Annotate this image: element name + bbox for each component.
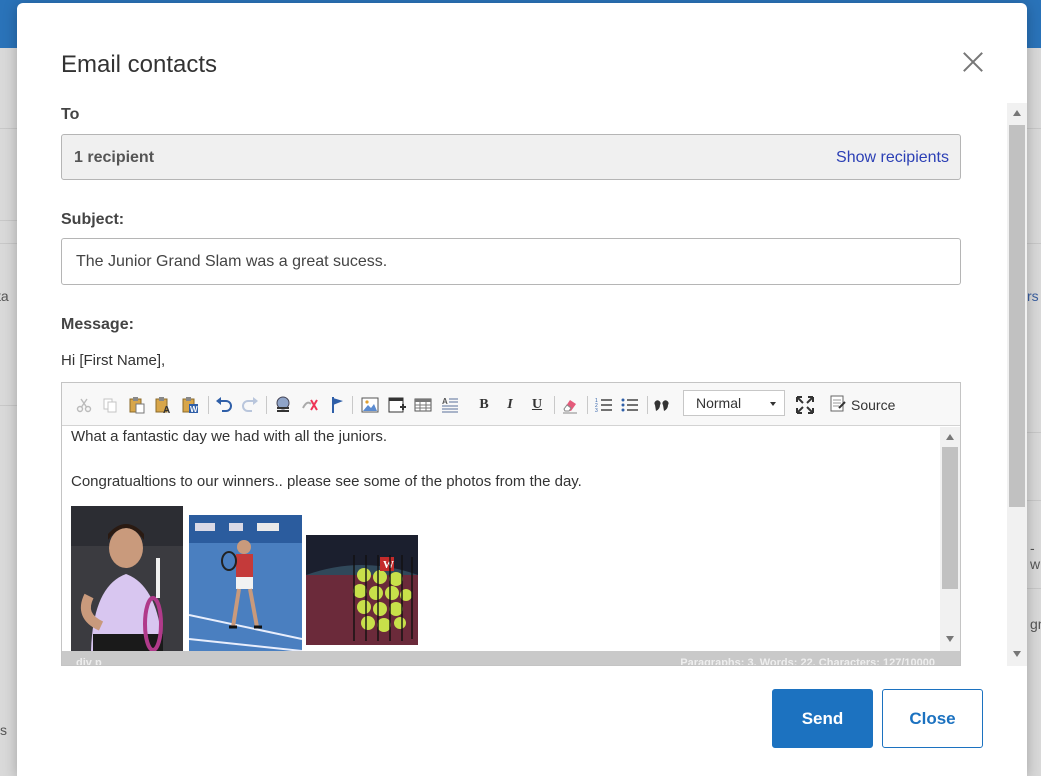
send-button[interactable]: Send bbox=[772, 689, 873, 748]
toolbar-separator bbox=[587, 396, 588, 414]
unlink-icon[interactable] bbox=[300, 395, 320, 415]
recipients-count: 1 recipient bbox=[74, 149, 155, 166]
editor-scrollbar[interactable] bbox=[940, 427, 960, 651]
bold-button[interactable]: B bbox=[474, 395, 494, 415]
chevron-down-icon bbox=[770, 402, 776, 406]
background-divider bbox=[0, 243, 17, 244]
italic-button[interactable]: I bbox=[500, 395, 520, 415]
svg-text:A: A bbox=[163, 405, 170, 414]
greeting-text: Hi [First Name], bbox=[61, 352, 166, 369]
background-divider bbox=[0, 220, 17, 221]
svg-text:W: W bbox=[383, 559, 394, 571]
word-count: Paragraphs: 3, Words: 22, Characters: 12… bbox=[680, 657, 935, 666]
background-link: rs bbox=[1027, 288, 1039, 304]
background-text: -w bbox=[1030, 540, 1041, 572]
blockquote-icon[interactable] bbox=[652, 395, 672, 415]
svg-text:W: W bbox=[190, 405, 198, 414]
tennis-player-portrait-photo[interactable] bbox=[71, 506, 183, 651]
table-icon[interactable] bbox=[413, 395, 433, 415]
background-divider bbox=[0, 405, 17, 406]
scroll-up-icon[interactable] bbox=[946, 434, 954, 440]
message-label: Message: bbox=[61, 316, 134, 333]
modal-scrollbar[interactable] bbox=[1007, 103, 1027, 666]
tennis-ball-basket-photo[interactable]: W bbox=[306, 535, 418, 645]
paste-icon[interactable] bbox=[127, 395, 147, 415]
cut-icon[interactable] bbox=[74, 395, 94, 415]
redo-icon[interactable] bbox=[240, 395, 260, 415]
recipients-field: 1 recipient Show recipients bbox=[61, 134, 961, 180]
scroll-down-icon[interactable] bbox=[1013, 651, 1021, 657]
background-divider bbox=[1027, 128, 1041, 129]
paste-text-icon[interactable]: A bbox=[153, 395, 173, 415]
source-button[interactable]: Source bbox=[829, 394, 895, 416]
subject-input[interactable] bbox=[61, 238, 961, 285]
anchor-icon[interactable] bbox=[328, 395, 348, 415]
background-text: ta bbox=[0, 288, 9, 304]
editor-toolbar: A W A B I U 1 2 3 Normal Source bbox=[62, 383, 960, 426]
message-line: What a fantastic day we had with all the… bbox=[71, 428, 387, 445]
link-icon[interactable] bbox=[273, 395, 293, 415]
toolbar-separator bbox=[352, 396, 353, 414]
background-divider bbox=[0, 128, 17, 129]
close-button[interactable]: Close bbox=[882, 689, 983, 748]
bulleted-list-icon[interactable] bbox=[620, 395, 640, 415]
iframe-icon[interactable] bbox=[387, 395, 407, 415]
copy-icon[interactable] bbox=[100, 395, 120, 415]
to-label: To bbox=[61, 106, 80, 123]
background-divider bbox=[1027, 588, 1041, 589]
underline-button[interactable]: U bbox=[527, 395, 547, 415]
background-divider bbox=[1027, 432, 1041, 433]
source-icon bbox=[829, 395, 847, 416]
toolbar-separator bbox=[647, 396, 648, 414]
editor-content[interactable]: What a fantastic day we had with all the… bbox=[62, 427, 940, 651]
format-value: Normal bbox=[696, 395, 742, 411]
show-recipients-link[interactable]: Show recipients bbox=[836, 149, 949, 167]
svg-text:3: 3 bbox=[595, 408, 598, 414]
undo-icon[interactable] bbox=[214, 395, 234, 415]
background-divider bbox=[1027, 243, 1041, 244]
horizontal-rule-icon[interactable]: A bbox=[440, 395, 460, 415]
svg-text:A: A bbox=[442, 397, 448, 406]
message-line: Congratualtions to our winners.. please … bbox=[71, 473, 582, 490]
background-text: s bbox=[0, 722, 7, 738]
scroll-down-icon[interactable] bbox=[946, 636, 954, 642]
image-icon[interactable] bbox=[360, 395, 380, 415]
editor-statusbar: div p Paragraphs: 3, Words: 22, Characte… bbox=[62, 651, 960, 666]
background-text: gm bbox=[1030, 616, 1041, 632]
paste-word-icon[interactable]: W bbox=[180, 395, 200, 415]
subject-label: Subject: bbox=[61, 211, 125, 228]
numbered-list-icon[interactable]: 123 bbox=[594, 395, 614, 415]
element-path: div p bbox=[76, 657, 102, 666]
toolbar-separator bbox=[554, 396, 555, 414]
toolbar-separator bbox=[208, 396, 209, 414]
scroll-thumb[interactable] bbox=[1009, 125, 1025, 507]
remove-format-icon[interactable] bbox=[560, 395, 580, 415]
maximize-icon[interactable] bbox=[795, 395, 815, 415]
scroll-thumb[interactable] bbox=[942, 447, 958, 589]
background-divider bbox=[1027, 500, 1041, 501]
source-label: Source bbox=[851, 397, 896, 413]
tennis-player-on-court-photo[interactable] bbox=[189, 515, 302, 651]
message-editor: A W A B I U 1 2 3 Normal Source What a f… bbox=[61, 382, 961, 666]
format-dropdown[interactable]: Normal bbox=[683, 390, 785, 416]
toolbar-separator bbox=[266, 396, 267, 414]
close-icon[interactable] bbox=[961, 50, 985, 74]
scroll-up-icon[interactable] bbox=[1013, 110, 1021, 116]
modal-title: Email contacts bbox=[61, 51, 218, 78]
email-contacts-modal: Email contacts To 1 recipient Show recip… bbox=[17, 3, 1027, 776]
